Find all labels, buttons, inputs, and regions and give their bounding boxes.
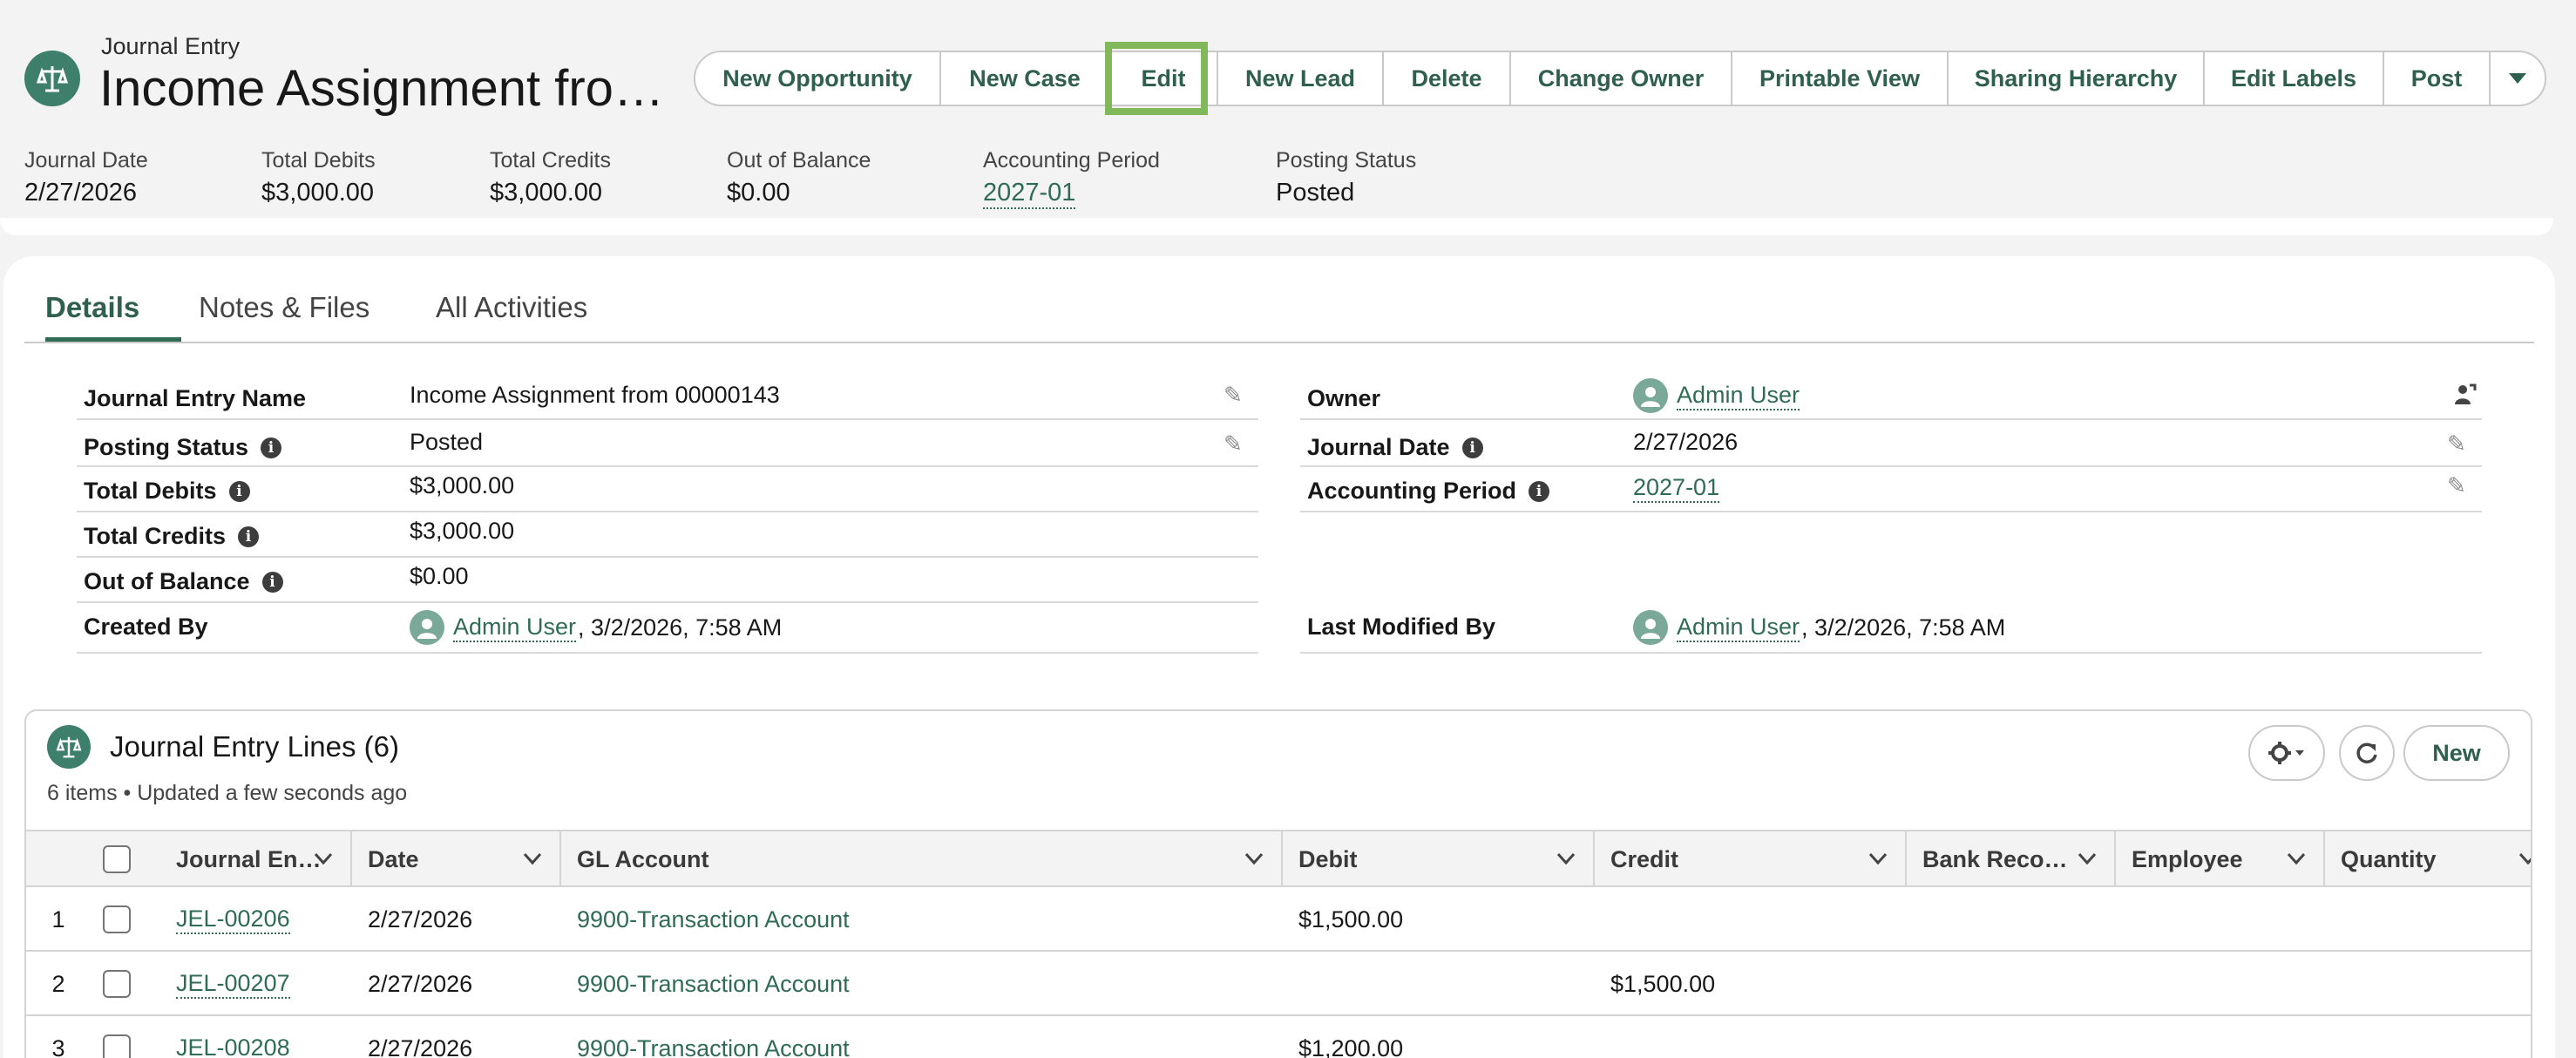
chevron-down-icon <box>314 852 333 865</box>
gl-account-link[interactable]: 9900-Transaction Account <box>577 1035 850 1058</box>
created-by-user-link[interactable]: Admin User <box>453 614 577 642</box>
journal-entry-lines-related-list: Journal Entry Lines (6) 6 items • Update… <box>24 709 2532 1058</box>
highlight-posting-status: Posting Status Posted <box>1276 148 1417 207</box>
avatar <box>410 610 444 645</box>
field-row-total-credits: Total Credits i $3,000.00 <box>77 512 1258 558</box>
info-icon[interactable]: i <box>238 526 260 547</box>
new-opportunity-button[interactable]: New Opportunity <box>695 52 941 105</box>
info-icon[interactable]: i <box>1461 437 1483 458</box>
owner-user-link[interactable]: Admin User <box>1677 382 1800 410</box>
accounting-period-link[interactable]: 2027-01 <box>983 179 1076 209</box>
list-settings-button[interactable] <box>2248 725 2325 781</box>
chevron-down-icon <box>1556 852 1576 865</box>
field-row-accounting-period: Accounting Period i 2027-01 ✎ <box>1300 467 2482 512</box>
refresh-button[interactable] <box>2339 725 2395 781</box>
new-journal-entry-line-button[interactable]: New <box>2403 725 2510 781</box>
related-list-subtitle: 6 items • Updated a few seconds ago <box>47 781 408 805</box>
pencil-icon[interactable]: ✎ <box>1224 382 1243 409</box>
change-owner-icon[interactable] <box>2452 382 2477 412</box>
column-header-date[interactable]: Date <box>352 831 561 887</box>
edit-labels-button[interactable]: Edit Labels <box>2205 52 2384 105</box>
info-icon[interactable]: i <box>261 437 282 458</box>
table-row[interactable]: 3 JEL-00208 2/27/2026 9900-Transaction A… <box>26 1016 2531 1058</box>
change-owner-button[interactable]: Change Owner <box>1511 52 1732 105</box>
last-modified-by-user-link[interactable]: Admin User <box>1677 614 1800 642</box>
tab-details[interactable]: Details <box>45 291 181 342</box>
chevron-down-icon <box>2078 852 2097 865</box>
chevron-down-icon <box>2509 73 2526 84</box>
field-row-posting-status: Posting Status i Posted ✎ <box>77 422 1258 467</box>
field-row-last-modified-by: Last Modified By Admin User, 3/2/2026, 7… <box>1300 603 2482 654</box>
chevron-down-icon <box>1868 852 1888 865</box>
pencil-icon[interactable]: ✎ <box>2447 431 2466 458</box>
gl-account-link[interactable]: 9900-Transaction Account <box>577 971 850 998</box>
gl-account-link[interactable]: 9900-Transaction Account <box>577 906 850 933</box>
table-row[interactable]: 2 JEL-00207 2/27/2026 9900-Transaction A… <box>26 952 2531 1016</box>
gear-icon <box>2268 742 2304 764</box>
more-actions-button[interactable] <box>2491 52 2545 105</box>
table-header: Journal En… Date GL Account Debit Credit… <box>26 830 2531 887</box>
highlight-journal-date: Journal Date 2/27/2026 <box>24 148 148 207</box>
info-icon[interactable]: i <box>228 480 250 502</box>
journal-entry-icon <box>24 51 80 106</box>
tab-notes-files[interactable]: Notes & Files <box>199 291 369 342</box>
row-checkbox[interactable] <box>103 970 131 998</box>
column-header-quantity[interactable]: Quantity <box>2325 831 2531 887</box>
new-lead-button[interactable]: New Lead <box>1218 52 1384 105</box>
accounting-period-field-link[interactable]: 2027-01 <box>1633 474 1720 503</box>
field-row-out-of-balance: Out of Balance i $0.00 <box>77 558 1258 603</box>
chevron-down-icon <box>2287 852 2306 865</box>
chevron-down-icon <box>2518 852 2531 865</box>
delete-button[interactable]: Delete <box>1384 52 1511 105</box>
table-row[interactable]: 1 JEL-00206 2/27/2026 9900-Transaction A… <box>26 887 2531 952</box>
chevron-down-icon <box>523 852 542 865</box>
field-row-journal-date: Journal Date i 2/27/2026 ✎ <box>1300 422 2482 467</box>
refresh-icon <box>2356 743 2377 763</box>
column-header-journal-entry-line[interactable]: Journal En… <box>143 831 352 887</box>
avatar <box>1633 610 1668 645</box>
chevron-down-icon <box>1244 852 1264 865</box>
journal-entry-line-link[interactable]: JEL-00207 <box>176 970 290 999</box>
printable-view-button[interactable]: Printable View <box>1732 52 1949 105</box>
field-row-owner: Owner Admin User <box>1300 375 2482 420</box>
info-icon[interactable]: i <box>1529 480 1550 502</box>
column-header-credit[interactable]: Credit <box>1595 831 1907 887</box>
tab-all-activities[interactable]: All Activities <box>436 291 587 342</box>
row-checkbox[interactable] <box>103 905 131 933</box>
object-type-label: Journal Entry <box>101 33 241 59</box>
highlight-out-of-balance: Out of Balance $0.00 <box>727 148 871 207</box>
field-row-journal-entry-name: Journal Entry Name Income Assignment fro… <box>77 375 1258 420</box>
new-case-button[interactable]: New Case <box>941 52 1110 105</box>
page-title: Income Assignment fro… <box>99 60 664 117</box>
column-header-debit[interactable]: Debit <box>1283 831 1595 887</box>
related-list-title[interactable]: Journal Entry Lines (6) <box>110 730 399 763</box>
pencil-icon[interactable]: ✎ <box>2447 472 2466 499</box>
record-tabs: Details Notes & Files All Activities <box>24 291 2534 343</box>
journal-entry-line-link[interactable]: JEL-00208 <box>176 1034 290 1058</box>
highlight-accounting-period: Accounting Period 2027-01 <box>983 148 1160 209</box>
info-icon[interactable]: i <box>261 571 283 593</box>
header-divider <box>0 218 2553 235</box>
journal-entry-icon <box>47 725 91 769</box>
journal-entry-line-link[interactable]: JEL-00206 <box>176 905 290 934</box>
edit-button-highlight <box>1105 42 1208 115</box>
column-header-employee[interactable]: Employee <box>2116 831 2325 887</box>
pencil-icon[interactable]: ✎ <box>1224 431 1243 458</box>
highlight-total-debits: Total Debits $3,000.00 <box>261 148 376 207</box>
post-button[interactable]: Post <box>2384 52 2491 105</box>
avatar <box>1633 378 1668 413</box>
select-all-checkbox[interactable] <box>103 845 131 873</box>
sharing-hierarchy-button[interactable]: Sharing Hierarchy <box>1949 52 2205 105</box>
field-row-total-debits: Total Debits i $3,000.00 <box>77 467 1258 512</box>
row-checkbox[interactable] <box>103 1034 131 1058</box>
column-header-bank-reconciliation[interactable]: Bank Reco… <box>1907 831 2116 887</box>
column-header-gl-account[interactable]: GL Account <box>561 831 1283 887</box>
highlight-total-credits: Total Credits $3,000.00 <box>490 148 611 207</box>
action-button-group: New Opportunity New Case Edit New Lead D… <box>694 51 2546 106</box>
field-row-created-by: Created By Admin User, 3/2/2026, 7:58 AM <box>77 603 1258 654</box>
